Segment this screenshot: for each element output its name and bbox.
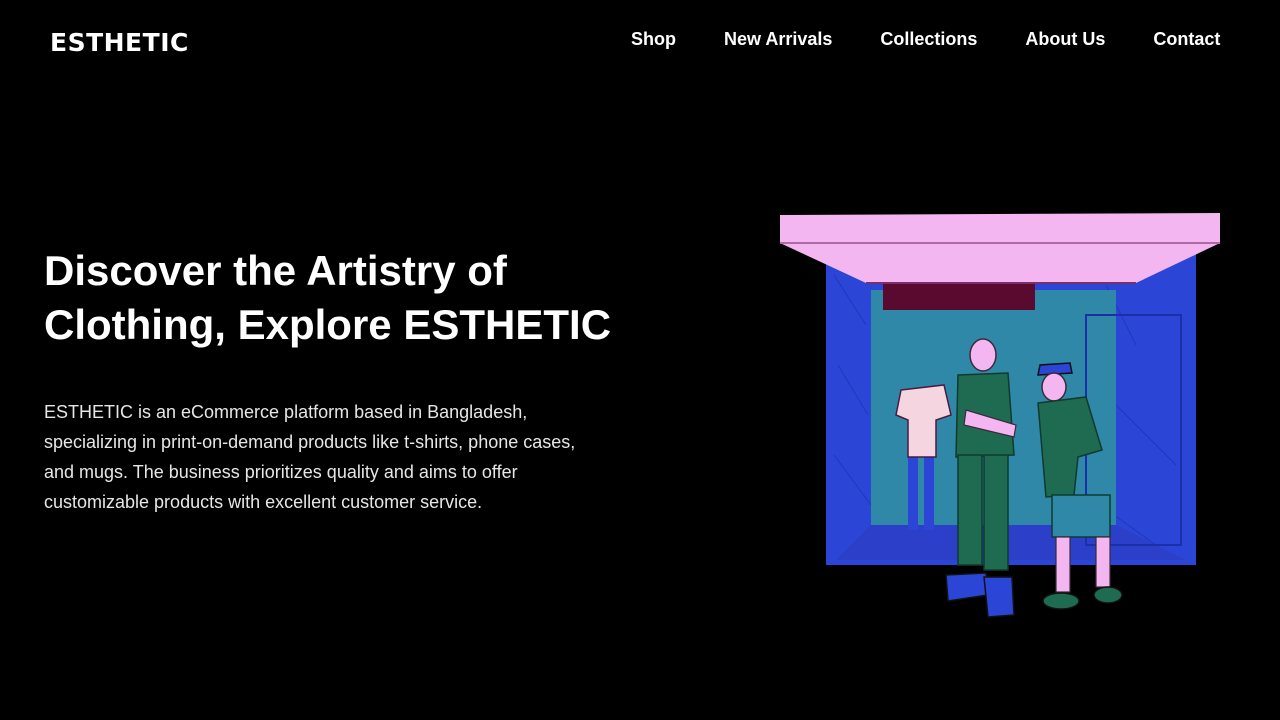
hero-title: Discover the Artistry of Clothing, Explo… [44, 247, 612, 348]
shop-awning [780, 213, 1220, 283]
nav-item-about-us[interactable]: About Us [1025, 28, 1105, 50]
nav-item-contact[interactable]: Contact [1153, 28, 1220, 50]
brand-logo[interactable]: ESTHETIC [50, 28, 189, 57]
nav-item-shop[interactable]: Shop [631, 28, 676, 50]
hero-description: ESTHETIC is an eCommerce platform based … [44, 402, 576, 512]
nav-item-collections[interactable]: Collections [880, 28, 977, 50]
storefront-illustration [780, 213, 1220, 618]
main-nav: Shop New Arrivals Collections About Us C… [631, 28, 1220, 50]
nav-item-new-arrivals[interactable]: New Arrivals [724, 28, 832, 50]
landing-page: ESTHETIC Shop New Arrivals Collections A… [0, 0, 1280, 720]
